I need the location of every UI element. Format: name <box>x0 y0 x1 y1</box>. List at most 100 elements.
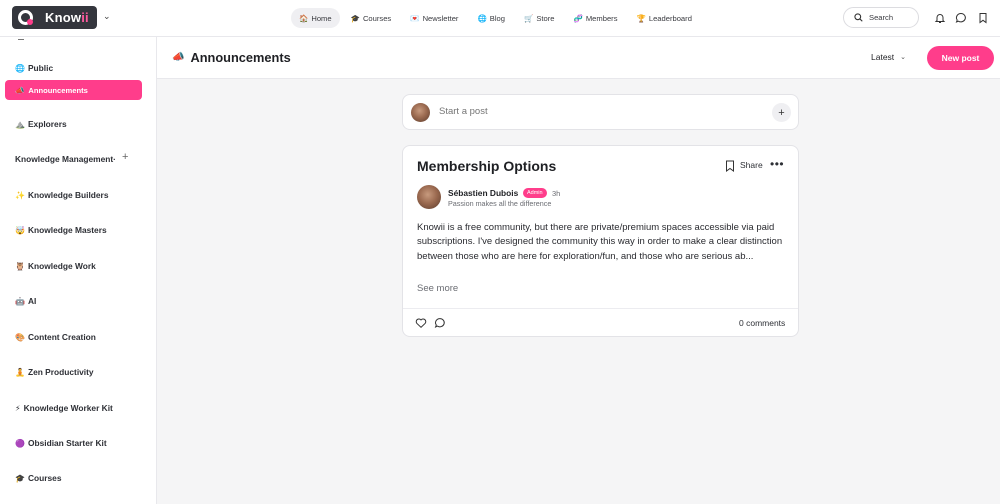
nav-members[interactable]: 🧬 Members <box>566 8 626 28</box>
add-icon[interactable]: + <box>772 103 791 122</box>
nav-label: Home <box>311 13 332 23</box>
bookmark-icon[interactable] <box>725 160 735 172</box>
meditation-icon: 🧘 <box>15 367 25 377</box>
sidebar-item-label: Knowledge Work <box>27 261 96 271</box>
post-body: Knowii is a free community, but there ar… <box>417 222 783 262</box>
logo-mark-icon <box>18 10 33 25</box>
search-icon <box>854 13 863 22</box>
search-button[interactable]: Search <box>843 7 919 28</box>
sidebar-item-courses[interactable]: 🎓 Courses <box>15 473 61 483</box>
sidebar-item-label: AI <box>27 296 37 306</box>
trophy-icon: 🏆 <box>636 13 646 23</box>
megaphone-icon: 📣 <box>172 52 185 63</box>
sort-dropdown[interactable]: Latest ⌄ <box>871 52 906 62</box>
avatar <box>411 103 430 122</box>
more-options-icon[interactable]: ••• <box>770 157 784 171</box>
new-post-button[interactable]: New post <box>927 46 994 70</box>
top-nav-bar: Knowii ⌄ 🏠 Home 🎓 Courses 💌 Newsletter 🌐 Blo… <box>0 0 1000 37</box>
author-avatar[interactable] <box>417 185 441 209</box>
brand-name: Knowii <box>45 10 89 25</box>
sidebar-item-label: Knowledge Worker Kit <box>23 403 113 413</box>
space-header: 📣 Announcements Latest ⌄ New post <box>157 37 1000 79</box>
sidebar-item-content-creation[interactable]: 🎨 Content Creation <box>15 332 96 342</box>
mind-blown-icon: 🤯 <box>15 225 25 235</box>
sidebar-item-knowledge-worker-kit[interactable]: ⚡ Knowledge Worker Kit <box>15 403 113 413</box>
palette-icon: 🎨 <box>15 332 25 342</box>
sort-label: Latest <box>871 52 895 62</box>
nav-label: Blog <box>489 13 505 23</box>
share-button[interactable]: Share <box>740 160 763 170</box>
robot-icon: 🤖 <box>15 296 25 306</box>
nav-label: Store <box>536 13 555 23</box>
home-icon: 🏠 <box>299 13 309 23</box>
purple-circle-icon: 🟣 <box>15 438 25 448</box>
sidebar: 🌐 Public 📣 Announcements ⛰️ Explorers Knowl… <box>0 37 157 504</box>
divider <box>403 308 798 309</box>
nav-blog[interactable]: 🌐 Blog <box>469 8 513 28</box>
globe-icon: 🌐 <box>477 13 487 23</box>
heart-icon[interactable] <box>415 317 427 329</box>
start-post-input[interactable] <box>439 106 739 117</box>
sidebar-item-label: Explorers <box>27 119 67 129</box>
author-tagline: Passion makes all the difference <box>448 199 552 208</box>
brand-logo[interactable]: Knowii <box>12 6 97 29</box>
nav-label: Newsletter <box>422 13 459 23</box>
page-title-text: Announcements <box>190 50 291 65</box>
megaphone-icon: 📣 <box>15 85 25 95</box>
sidebar-group-knowledge-management[interactable]: Knowledge Management· <box>15 154 116 164</box>
bell-icon[interactable] <box>934 12 946 24</box>
admin-badge: Admin <box>523 188 547 198</box>
sidebar-item-ai[interactable]: 🤖 AI <box>15 296 36 306</box>
sidebar-item-knowledge-work[interactable]: 🦉 Knowledge Work <box>15 261 96 271</box>
sparkles-icon: ✨ <box>15 190 25 200</box>
sidebar-item-label: Public <box>27 63 54 73</box>
sidebar-item-label: Knowledge Masters <box>27 225 107 235</box>
post-card: Membership Options Share ••• Sébastien D… <box>402 145 799 337</box>
sidebar-item-public[interactable]: 🌐 Public <box>15 63 53 73</box>
nav-leaderboard[interactable]: 🏆 Leaderboard <box>629 8 700 28</box>
nav-courses[interactable]: 🎓 Courses <box>343 8 400 28</box>
sidebar-item-zen-productivity[interactable]: 🧘 Zen Productivity <box>15 367 94 377</box>
nav-label: Courses <box>362 13 392 23</box>
nav-label: Members <box>585 13 618 23</box>
chevron-down-icon: ⌄ <box>900 54 907 61</box>
chevron-down-icon[interactable]: ⌄ <box>103 11 111 22</box>
love-letter-icon: 💌 <box>410 13 420 23</box>
sidebar-item-knowledge-masters[interactable]: 🤯 Knowledge Masters <box>15 225 107 235</box>
cart-icon: 🛒 <box>524 13 534 23</box>
post-composer[interactable]: + <box>402 94 799 130</box>
sidebar-item-label: Obsidian Starter Kit <box>27 438 107 448</box>
comment-icon[interactable] <box>434 317 446 329</box>
graduation-cap-icon: 🎓 <box>350 13 360 23</box>
sidebar-item-label: Announcements <box>28 85 88 95</box>
nav-store[interactable]: 🛒 Store <box>516 8 563 28</box>
sidebar-item-knowledge-builders[interactable]: ✨ Knowledge Builders <box>15 190 108 200</box>
nav-home[interactable]: 🏠 Home <box>291 8 340 28</box>
owl-icon: 🦉 <box>15 261 25 271</box>
chat-icon[interactable] <box>955 12 967 24</box>
sidebar-item-label: Content Creation <box>27 332 96 342</box>
add-icon[interactable]: + <box>122 151 128 163</box>
sidebar-item-explorers[interactable]: ⛰️ Explorers <box>15 119 67 129</box>
globe-icon: 🌐 <box>15 63 25 73</box>
author-name[interactable]: Sébastien Dubois <box>448 188 518 198</box>
sidebar-scroll-stub <box>18 37 24 40</box>
sidebar-item-label: Knowledge Management· <box>15 154 116 164</box>
sidebar-item-label: Courses <box>27 473 62 483</box>
nav-newsletter[interactable]: 💌 Newsletter <box>402 8 466 28</box>
see-more-link[interactable]: See more <box>417 283 458 294</box>
page-title: 📣 Announcements <box>172 50 291 65</box>
comment-count[interactable]: 0 comments <box>739 318 785 328</box>
sidebar-item-label: Zen Productivity <box>27 367 94 377</box>
graduation-cap-icon: 🎓 <box>15 473 25 483</box>
mountain-icon: ⛰️ <box>15 119 25 129</box>
nav-label: Leaderboard <box>648 13 692 23</box>
sidebar-item-label: Knowledge Builders <box>27 190 109 200</box>
bookmark-icon[interactable] <box>977 12 989 24</box>
sidebar-item-obsidian-starter-kit[interactable]: 🟣 Obsidian Starter Kit <box>15 438 107 448</box>
main-nav: 🏠 Home 🎓 Courses 💌 Newsletter 🌐 Blog 🛒 Store … <box>291 8 703 28</box>
sidebar-item-announcements[interactable]: 📣 Announcements <box>5 80 142 100</box>
post-timestamp: 3h <box>552 189 561 198</box>
search-label: Search <box>869 13 894 22</box>
post-title[interactable]: Membership Options <box>417 158 556 174</box>
